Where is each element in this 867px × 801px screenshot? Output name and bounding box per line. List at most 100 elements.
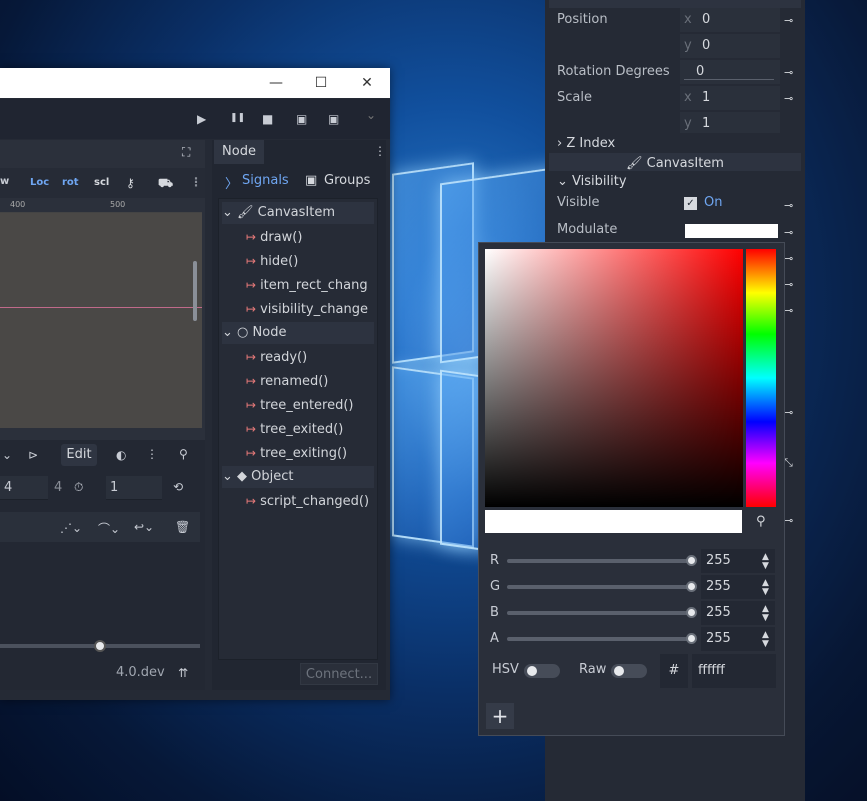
play-scene-icon[interactable]: ▣ (296, 112, 307, 126)
car-icon[interactable]: ⛟ (158, 176, 173, 192)
more-icon[interactable]: ⋮ (146, 447, 158, 461)
play-icon[interactable]: ▶ (197, 112, 206, 126)
revert-icon[interactable]: ⊸ (784, 514, 793, 527)
play-custom-scene-icon[interactable]: ▣ (328, 112, 339, 126)
fullscreen-icon[interactable]: ⛶ (182, 145, 190, 160)
channel-slider-track[interactable] (507, 637, 694, 641)
easing-icon[interactable]: ⌒⌄ (98, 520, 120, 537)
signal-category[interactable]: ⌄ ◆ Object (222, 466, 374, 488)
hsv-toggle[interactable] (524, 664, 560, 678)
2d-canvas[interactable] (0, 213, 202, 428)
signal-category[interactable]: ⌄ ○ Node (222, 322, 374, 344)
revert-icon[interactable]: ⊸ (784, 252, 793, 265)
revert-icon[interactable]: ⊸ (784, 226, 793, 239)
pause-icon[interactable]: ❚❚ (230, 113, 245, 123)
eyedropper-icon[interactable]: ⚲ (756, 514, 766, 529)
revert-icon[interactable]: ⊸ (784, 199, 793, 212)
signal-item[interactable]: ↦ item_rect_chang (222, 274, 374, 296)
spinner-icon[interactable]: ▲ ▼ (762, 631, 769, 649)
signal-item[interactable]: ↦ renamed() (222, 370, 374, 392)
revert-icon[interactable]: ⊸ (784, 304, 793, 317)
signal-item[interactable]: ↦ tree_exiting() (222, 442, 374, 464)
scl-lock-icon[interactable]: scl (94, 177, 109, 188)
timeline-slider-knob[interactable] (94, 640, 106, 652)
animation-icon[interactable]: ⊳ (28, 448, 38, 462)
channel-slider-track[interactable] (507, 585, 694, 589)
close-button[interactable]: ✕ (356, 74, 378, 92)
loc-lock-icon[interactable]: Loc (30, 177, 49, 188)
signal-item[interactable]: ↦ tree_entered() (222, 394, 374, 416)
animation-step-field[interactable]: 1 (106, 476, 162, 500)
signal-label: draw() (260, 230, 303, 245)
spinner-icon[interactable]: ▲ ▼ (762, 579, 769, 597)
channel-slider-knob[interactable] (686, 555, 697, 566)
groups-icon[interactable]: ▣ (305, 173, 317, 188)
z-index-section[interactable]: › Z Index (549, 133, 801, 155)
hue-slider[interactable] (746, 249, 776, 507)
raw-toggle[interactable] (611, 664, 647, 678)
pin-bottom-icon[interactable]: ⇈ (178, 666, 188, 680)
edit-button[interactable]: Edit (61, 444, 97, 466)
position-x-field[interactable]: 0 (680, 8, 780, 32)
loop-icon[interactable]: ⟲ (173, 480, 183, 494)
signal-item[interactable]: ↦ draw() (222, 226, 374, 248)
animation-length-field[interactable]: 4 (0, 476, 48, 500)
signal-item[interactable]: ↦ visibility_change (222, 298, 374, 320)
revert-icon[interactable]: ⊸ (784, 14, 793, 27)
signal-item[interactable]: ↦ hide() (222, 250, 374, 272)
interpolation-icon[interactable]: ⋰⌄ (60, 521, 82, 535)
minimize-button[interactable]: — (265, 74, 287, 92)
spinner-icon[interactable]: ▲ ▼ (762, 553, 769, 571)
more-icon[interactable]: ⋮ (374, 144, 386, 158)
position-y-field[interactable]: 0 (680, 34, 780, 58)
scale-x-field[interactable]: 1 (680, 86, 780, 110)
rot-lock-icon[interactable]: rot (62, 177, 79, 188)
viewport-scrollbar[interactable] (193, 261, 197, 321)
hex-input[interactable]: ffffff (692, 654, 776, 688)
tab-node[interactable]: Node (214, 140, 264, 164)
expand-icon[interactable]: ⤡ (784, 456, 793, 470)
stop-icon[interactable]: ■ (262, 112, 273, 126)
channel-slider-track[interactable] (507, 559, 694, 563)
rotation-field[interactable]: 0 (680, 60, 780, 84)
maximize-button[interactable]: ☐ (310, 74, 332, 92)
connect-button[interactable]: Connect... (300, 663, 378, 685)
hex-prefix: # (660, 654, 688, 688)
signal-item[interactable]: ↦ ready() (222, 346, 374, 368)
revert-icon[interactable]: ⊸ (784, 278, 793, 291)
transform-section-header[interactable]: Transform (549, 0, 801, 8)
signals-icon[interactable]: 〉 (225, 173, 238, 192)
tab-groups[interactable]: Groups (324, 173, 370, 188)
visible-checkbox-icon[interactable]: ✓ (684, 197, 697, 210)
chevron-down-icon[interactable]: ⌄ (2, 448, 12, 462)
onion-skin-icon[interactable]: ◐ (116, 448, 126, 462)
view-menu-icon[interactable]: w (0, 176, 9, 187)
timer-icon[interactable]: ⏱ (74, 480, 83, 495)
channel-slider-knob[interactable] (686, 607, 697, 618)
loop-wrap-icon[interactable]: ↩⌄ (134, 520, 154, 534)
saturation-value-square[interactable] (485, 249, 743, 507)
signal-category[interactable]: ⌄ 🖌 CanvasItem (222, 202, 374, 224)
signal-label: renamed() (260, 374, 329, 389)
signal-item[interactable]: ↦ tree_exited() (222, 418, 374, 440)
trash-icon[interactable]: 🗑 (175, 520, 190, 534)
pin-icon[interactable]: ⚲ (179, 447, 188, 461)
modulate-color-swatch[interactable] (685, 224, 778, 238)
more-icon[interactable]: ⋮ (190, 175, 202, 189)
channel-slider-knob[interactable] (686, 581, 697, 592)
signal-item[interactable]: ↦ script_changed() (222, 490, 374, 512)
revert-icon[interactable]: ⊸ (784, 66, 793, 79)
rotation-slider-track[interactable] (684, 79, 774, 80)
spinner-icon[interactable]: ▲ ▼ (762, 605, 769, 623)
tab-signals[interactable]: Signals (242, 173, 289, 188)
channel-slider-track[interactable] (507, 611, 694, 615)
revert-icon[interactable]: ⊸ (784, 406, 793, 419)
chevron-down-icon[interactable]: ⌄ (366, 108, 376, 122)
key-icon[interactable]: ⚷ (126, 176, 135, 190)
add-preset-button[interactable]: + (486, 703, 514, 729)
channel-slider-knob[interactable] (686, 633, 697, 644)
visibility-section[interactable]: ⌄ Visibility (549, 171, 801, 193)
signal-label: ready() (260, 350, 308, 365)
revert-icon[interactable]: ⊸ (784, 92, 793, 105)
scale-label: Scale (557, 90, 592, 105)
